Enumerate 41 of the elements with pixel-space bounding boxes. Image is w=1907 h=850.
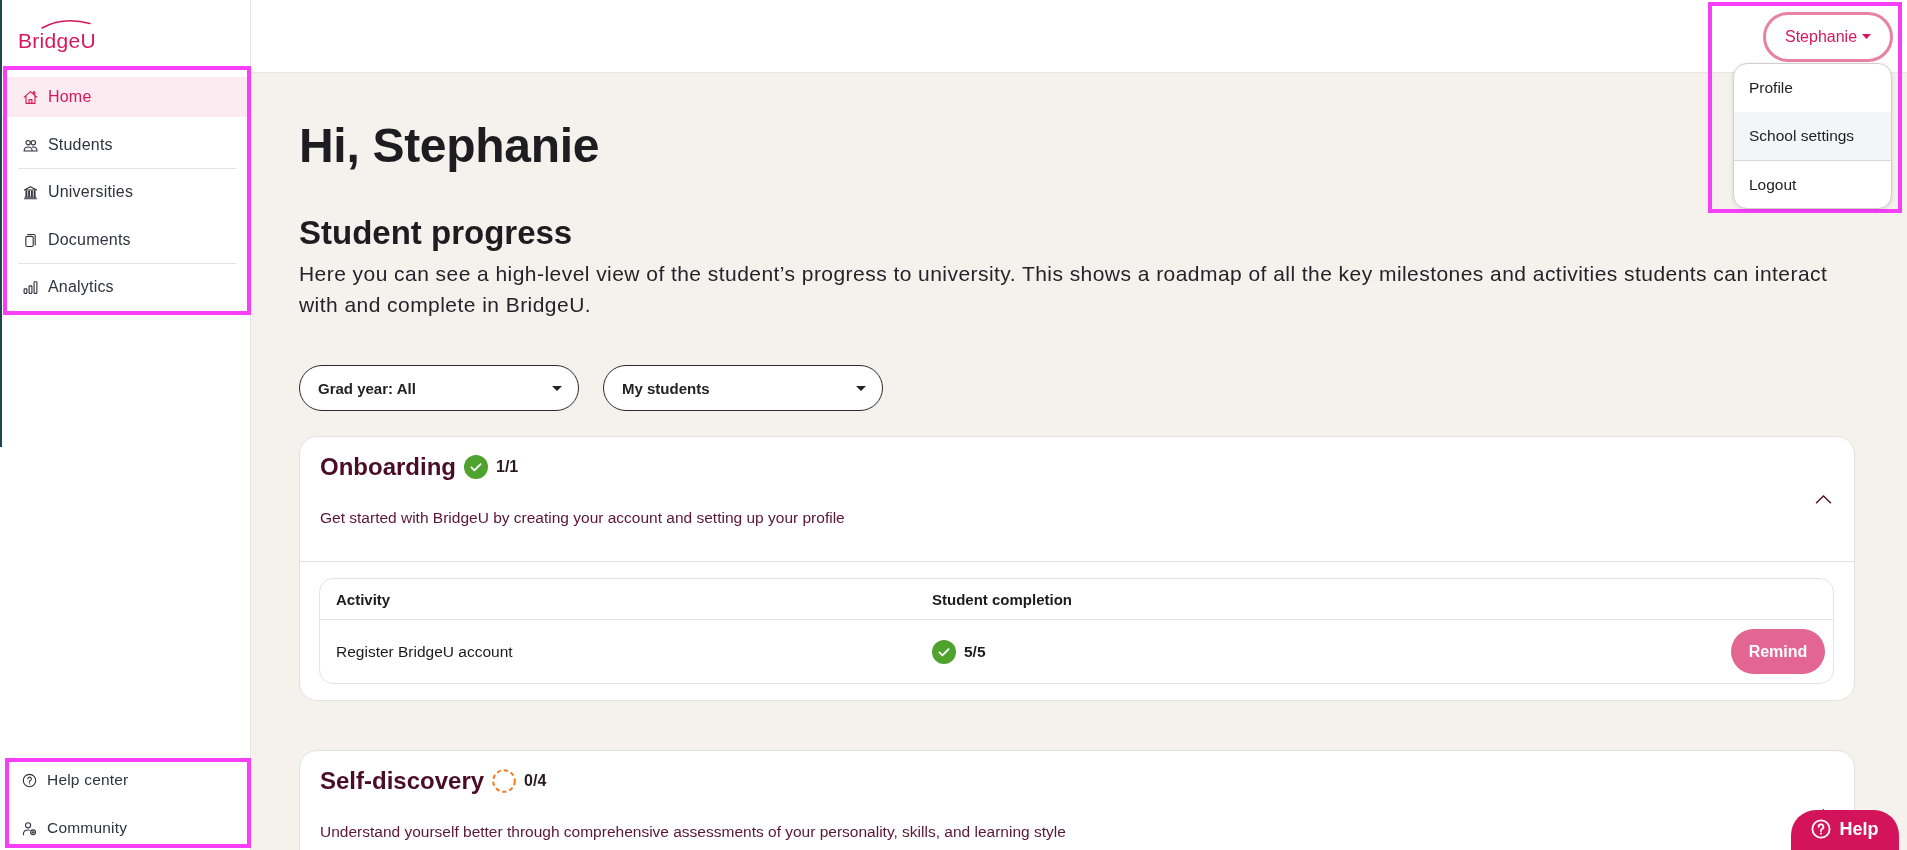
home-icon: [23, 89, 38, 105]
help-icon: [1811, 819, 1832, 839]
caret-icon: [856, 385, 866, 391]
building-icon: [23, 184, 38, 200]
intro-text: Here you can see a high-level view of the student’s progress to university. This shows a roadmap of all the key milestones and activities students can interact with and complete in BridgeU.: [299, 261, 1829, 318]
completion-count: 5/5: [964, 642, 986, 661]
brand-name[interactable]: BridgeU: [18, 29, 96, 52]
chevron-icon[interactable]: [1815, 495, 1832, 504]
person-plus-icon: [22, 820, 37, 836]
menu-item[interactable]: Profile: [1734, 63, 1891, 112]
nav-item[interactable]: Community: [9, 812, 247, 844]
activity-cell: Register BridgeU account: [336, 642, 513, 660]
greeting-heading: Hi, Stephanie: [299, 118, 600, 174]
caret-icon: [1862, 34, 1872, 40]
stage-description: Understand yourself better through comprehensive assessments of your personality, skills, and learning style: [320, 822, 1066, 842]
menu-item[interactable]: School settings: [1734, 111, 1891, 160]
menu-item[interactable]: Logout: [1734, 160, 1891, 208]
help-icon: [22, 772, 37, 788]
pages-icon: [23, 232, 38, 248]
people-icon: [23, 137, 38, 153]
bar-chart-icon: [23, 279, 38, 295]
nav-item[interactable]: Documents: [7, 220, 247, 260]
column-header: Student completion: [931, 590, 1072, 608]
caret-icon: [552, 385, 562, 391]
nav-item[interactable]: Students: [7, 125, 247, 165]
column-header: Activity: [335, 590, 391, 608]
stage-count: 1/1: [496, 458, 519, 476]
stage-count: 0/4: [524, 772, 547, 790]
stage-title: Self-discovery: [320, 766, 485, 796]
filter-dropdown[interactable]: Grad year: All: [299, 365, 579, 411]
nav-item[interactable]: Universities: [7, 172, 247, 212]
nav-item[interactable]: Help center: [9, 764, 247, 796]
swoosh-icon: [41, 19, 91, 29]
help-button[interactable]: Help: [1791, 810, 1899, 850]
nav-item[interactable]: Home: [7, 77, 247, 117]
stage-description: Get started with BridgeU by creating your account and setting up your profile: [320, 508, 845, 528]
section-heading: Student progress: [299, 214, 573, 252]
nav-item[interactable]: Analytics: [7, 267, 247, 307]
filter-dropdown[interactable]: My students: [603, 365, 883, 411]
stage-title: Onboarding: [320, 452, 456, 482]
user-menu-button[interactable]: Stephanie: [1763, 12, 1893, 62]
